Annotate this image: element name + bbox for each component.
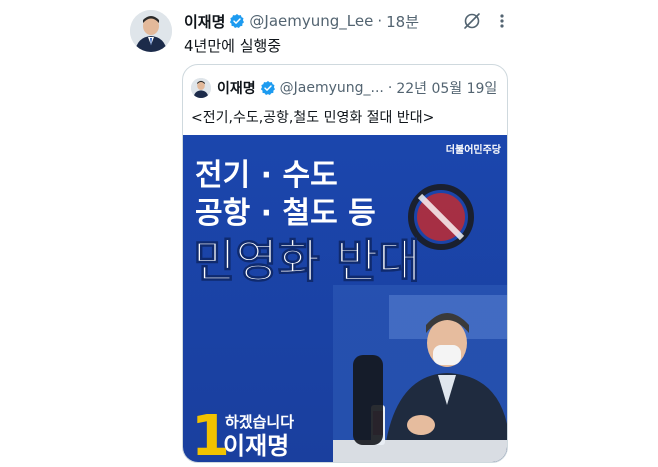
tweet-header: 이재명 @Jaemyung_Lee · 18분 (184, 11, 419, 31)
quoted-tweet-image[interactable]: 더불어민주당 전기 · 수도 공항 · 철도 등 민영화 반대 1 하겠습니다 … (183, 135, 507, 462)
grok-icon[interactable] (462, 11, 482, 31)
more-options-icon[interactable] (496, 11, 508, 31)
tweet-timestamp[interactable]: 18분 (386, 11, 419, 32)
badge-name: 이재명 (223, 432, 289, 460)
separator-dot: · (377, 12, 383, 30)
verified-badge-icon (229, 13, 245, 29)
party-logo: 더불어민주당 (446, 143, 502, 156)
quoted-verified-badge-icon (260, 80, 276, 96)
author-avatar[interactable] (130, 10, 172, 52)
tweet-text: 4년만에 실행중 (184, 37, 282, 55)
quoted-tweet-text: <전기,수도,공항,철도 민영화 절대 반대> (191, 110, 435, 126)
quoted-tweet-card[interactable]: 이재명 @Jaemyung_... · 22년 05월 19일 <전기,수도,공… (182, 64, 508, 463)
quoted-tweet-header: 이재명 @Jaemyung_... · 22년 05월 19일 (191, 78, 497, 98)
quoted-separator-dot: · (387, 80, 393, 96)
quoted-author-name: 이재명 (217, 81, 256, 97)
quoted-author-avatar (191, 78, 211, 98)
quoted-author-handle: @Jaemyung_... (279, 80, 384, 96)
badge-slogan: 하겠습니다 (225, 413, 294, 431)
author-handle[interactable]: @Jaemyung_Lee (249, 12, 373, 30)
campaign-poster: 더불어민주당 전기 · 수도 공항 · 철도 등 민영화 반대 1 하겠습니다 … (183, 135, 507, 462)
poster-headline-big: 민영화 반대 (193, 234, 421, 288)
quoted-timestamp: 22년 05월 19일 (396, 81, 498, 97)
author-name[interactable]: 이재명 (184, 11, 225, 32)
poster-headline-2: 공항 · 철도 등 (195, 196, 376, 231)
poster-headline-1: 전기 · 수도 (195, 158, 338, 193)
